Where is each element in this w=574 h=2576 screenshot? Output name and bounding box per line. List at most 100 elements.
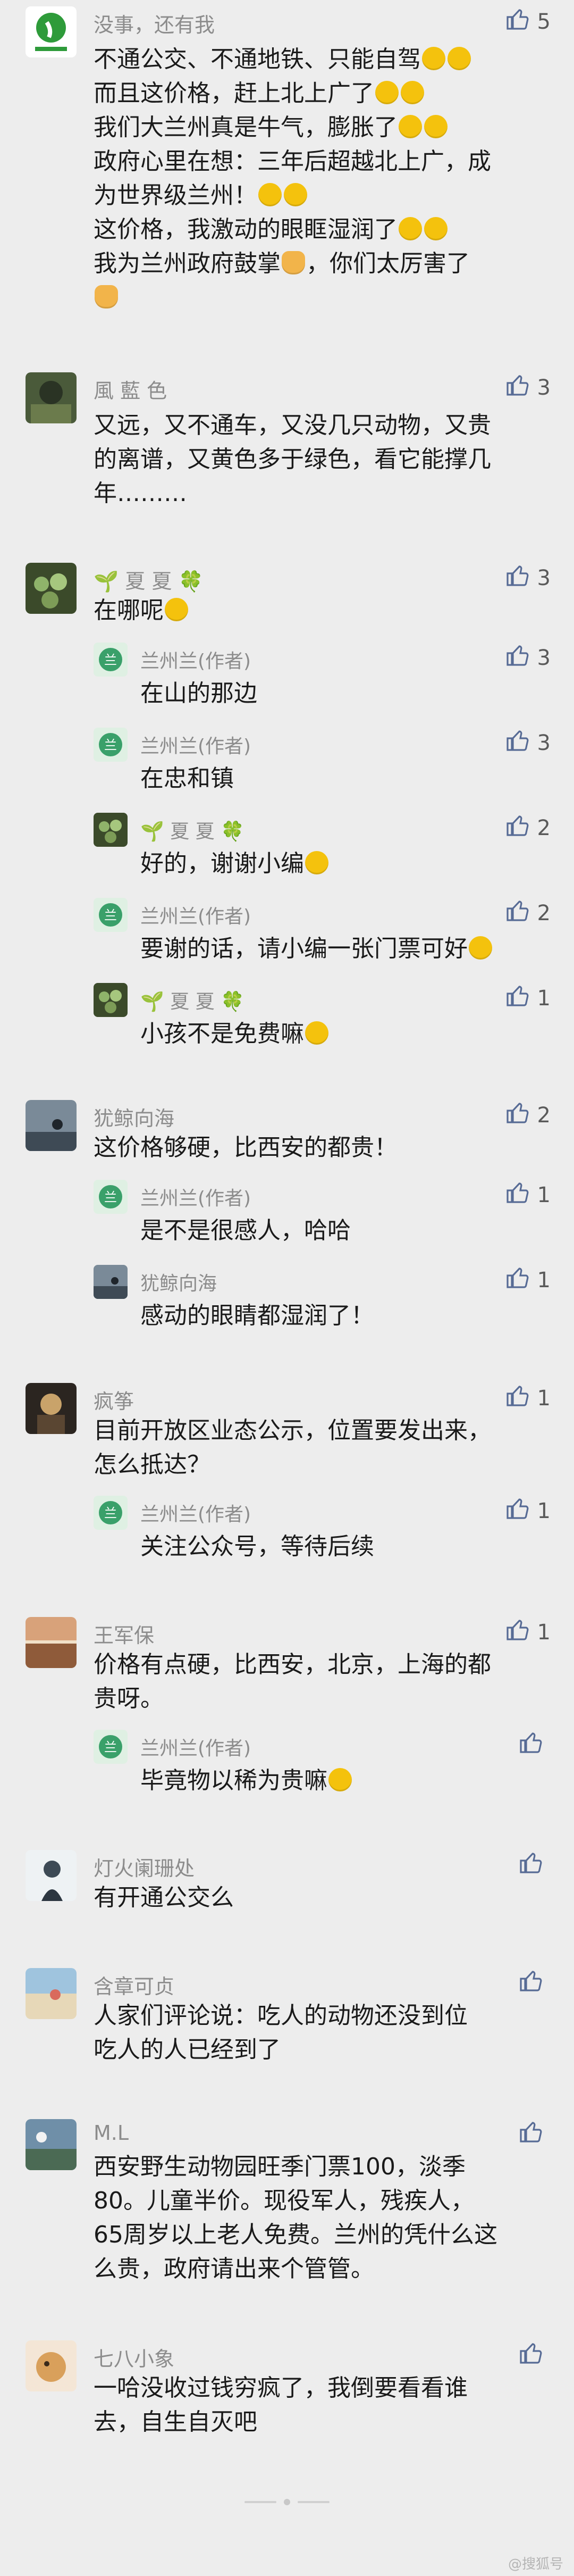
like-button[interactable]: 1: [505, 1496, 551, 1527]
like-button[interactable]: 2: [505, 898, 551, 929]
reply-author-name[interactable]: 犹鲸向海: [140, 1268, 217, 1296]
emoji-icon: [424, 115, 448, 138]
avatar[interactable]: 兰: [94, 1496, 128, 1530]
like-button[interactable]: 3: [505, 563, 551, 594]
reply-author-name[interactable]: 兰州兰(作者): [140, 731, 251, 758]
avatar[interactable]: [26, 1383, 77, 1434]
svg-text:兰: 兰: [104, 1190, 117, 1205]
like-button[interactable]: 1: [505, 1265, 551, 1296]
like-count: 3: [537, 376, 551, 400]
comment-text: 这价格够硬，比西安的都贵！: [94, 1134, 398, 1161]
avatar[interactable]: [26, 2340, 77, 2391]
thumbs-up-icon: [505, 563, 531, 594]
commenter-name[interactable]: 疯筝: [94, 1385, 134, 1414]
like-button[interactable]: 1: [505, 1617, 551, 1648]
commenter-name[interactable]: 風 藍 色: [94, 374, 167, 404]
reply-text: 要谢的话，请小编一张门票可好: [140, 932, 555, 966]
thumbs-up-icon: [505, 1180, 531, 1211]
avatar[interactable]: [26, 6, 77, 57]
avatar[interactable]: 兰: [94, 898, 128, 932]
like-count: 3: [537, 646, 551, 670]
reply-author-name[interactable]: 兰州兰(作者): [140, 1733, 251, 1761]
thumbs-up-icon: [505, 643, 531, 673]
thumbs-up-icon: [505, 813, 531, 844]
like-button[interactable]: 3: [505, 643, 551, 673]
comment-text: 价格有点硬，比西安，北京，上海的都 贵呀。: [94, 1651, 491, 1712]
like-button[interactable]: 3: [505, 372, 551, 403]
reply-item: 兰 兰州兰(作者) 1 是不是很感人，哈哈: [0, 1180, 574, 1254]
thumbs-up-icon: [505, 372, 531, 403]
thumbs-up-icon: [505, 898, 531, 929]
reply-author-name[interactable]: 🌱 夏 夏 🍀: [140, 816, 244, 844]
emoji-icon: [305, 1021, 328, 1045]
commenter-name[interactable]: 七八小象: [94, 2342, 174, 2372]
thumbs-up-icon: [519, 1850, 544, 1881]
svg-text:兰: 兰: [104, 1740, 117, 1755]
emoji-icon: [258, 183, 282, 206]
svg-text:兰: 兰: [104, 908, 117, 923]
commenter-name[interactable]: 灯火阑珊处: [94, 1852, 195, 1881]
commenter-name[interactable]: 没事，还有我: [94, 9, 215, 38]
avatar[interactable]: [26, 1617, 77, 1668]
thumbs-up-icon: [519, 2340, 544, 2371]
emoji-icon: [422, 47, 445, 70]
avatar[interactable]: [94, 1265, 128, 1299]
comment-text: 一哈没收过钱穷疯了，我倒要看看谁 去，自生自灭吧: [94, 2374, 468, 2436]
like-button[interactable]: [519, 2119, 551, 2150]
like-button[interactable]: [519, 1730, 551, 1761]
avatar[interactable]: [26, 1968, 77, 2019]
avatar[interactable]: [94, 813, 128, 847]
thumbs-up-icon: [505, 1383, 531, 1414]
avatar[interactable]: [26, 372, 77, 423]
thumbs-up-icon: [505, 1100, 531, 1131]
thumbs-up-icon: [505, 983, 531, 1014]
reply-author-name[interactable]: 🌱 夏 夏 🍀: [140, 986, 244, 1014]
like-button[interactable]: [519, 1968, 551, 1999]
like-button[interactable]: 1: [505, 1180, 551, 1211]
reply-item: 🌱 夏 夏 🍀 2 好的，谢谢小编: [0, 813, 574, 887]
like-button[interactable]: 3: [505, 728, 551, 758]
avatar[interactable]: [26, 2119, 77, 2170]
reply-author-name[interactable]: 兰州兰(作者): [140, 901, 251, 929]
avatar[interactable]: 兰: [94, 728, 128, 762]
avatar[interactable]: 兰: [94, 643, 128, 677]
emoji-icon: [448, 47, 471, 70]
comment-text: 目前开放区业态公示，位置要发出来， 怎么抵达？: [94, 1417, 491, 1478]
reply-author-name[interactable]: 兰州兰(作者): [140, 1499, 251, 1527]
commenter-name[interactable]: 含章可贞: [94, 1970, 174, 1999]
comment-text: 又远，又不通车，又没几只动物，又贵 的离谱，又黄色多于绿色，看它能撑几 年………: [94, 412, 491, 507]
like-count: 1: [537, 1386, 551, 1411]
like-button[interactable]: 2: [505, 1100, 551, 1131]
avatar[interactable]: [26, 1850, 77, 1901]
avatar[interactable]: [26, 1100, 77, 1151]
like-button[interactable]: [519, 1850, 551, 1881]
thumbs-up-icon: [505, 1265, 531, 1296]
commenter-name[interactable]: 王军保: [94, 1619, 154, 1648]
watermark: @搜狐号: [508, 2556, 563, 2572]
reply-item: 兰 兰州兰(作者) 1 关注公众号，等待后续: [0, 1496, 574, 1570]
like-count: 1: [537, 986, 551, 1011]
avatar[interactable]: 兰: [94, 1730, 128, 1764]
reply-item: 兰 兰州兰(作者) 3 在忠和镇: [0, 728, 574, 802]
thumbs-up-icon: [519, 2119, 544, 2150]
commenter-name[interactable]: 犹鲸向海: [94, 1102, 174, 1131]
like-button[interactable]: 5: [505, 6, 551, 37]
reply-author-name[interactable]: 兰州兰(作者): [140, 646, 251, 673]
thumbs-up-icon: [505, 728, 531, 758]
reply-text: 感动的眼睛都湿润了！: [140, 1302, 374, 1329]
like-button[interactable]: 1: [505, 1383, 551, 1414]
reply-text: 在山的那边: [140, 680, 257, 707]
commenter-name[interactable]: M.L: [94, 2121, 129, 2145]
svg-text:兰: 兰: [104, 738, 117, 753]
avatar[interactable]: [94, 983, 128, 1017]
avatar[interactable]: 兰: [94, 1180, 128, 1214]
end-of-list-indicator: [0, 2499, 574, 2505]
emoji-icon: [375, 81, 399, 104]
emoji-icon: [469, 936, 492, 960]
like-button[interactable]: 1: [505, 983, 551, 1014]
like-button[interactable]: 2: [505, 813, 551, 844]
like-button[interactable]: [519, 2340, 551, 2371]
commenter-name[interactable]: 🌱 夏 夏 🍀: [94, 565, 204, 594]
avatar[interactable]: [26, 563, 77, 614]
reply-author-name[interactable]: 兰州兰(作者): [140, 1183, 251, 1211]
